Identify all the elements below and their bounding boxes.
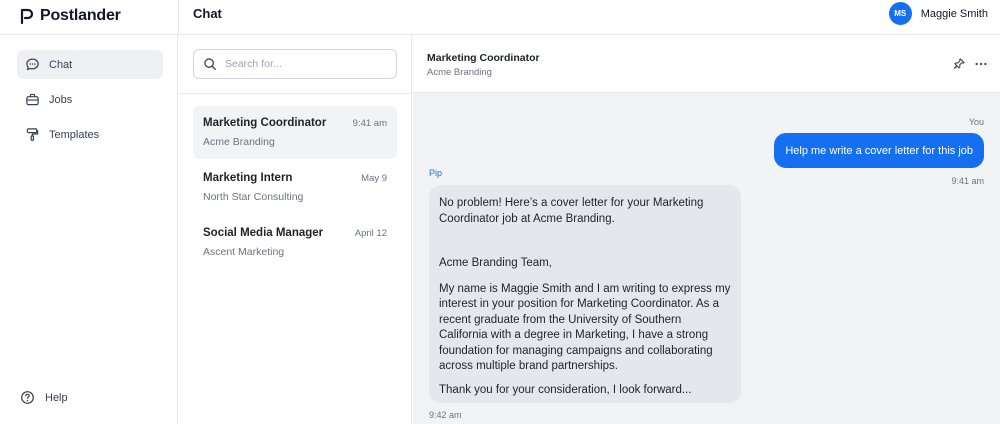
user-message-bubble[interactable]: Help me write a cover letter for this jo… [774, 133, 984, 168]
conversation-time: May 9 [361, 173, 387, 184]
help-label: Help [45, 391, 68, 404]
more-options-icon[interactable] [974, 57, 988, 71]
conversation-title: Marketing Coordinator [203, 117, 327, 129]
conversation-item[interactable]: Marketing Coordinator 9:41 am Acme Brand… [193, 106, 397, 159]
chat-title: Marketing Coordinator [427, 52, 540, 64]
help-link[interactable]: Help [20, 390, 68, 405]
user-menu[interactable]: MS Maggie Smith [888, 2, 988, 25]
briefcase-icon [26, 93, 39, 106]
message-time: 9:41 am [951, 176, 984, 186]
conversation-time: April 12 [354, 228, 387, 239]
chat-company: Acme Branding [427, 67, 492, 78]
user-name[interactable]: Maggie Smith [921, 8, 988, 20]
conversation-list: Marketing Coordinator 9:41 am Acme Brand… [179, 35, 412, 424]
sidebar-item-templates[interactable]: Templates [17, 120, 163, 149]
message-paragraph: Acme Branding Team, [439, 257, 552, 269]
sidebar: Chat Jobs Templates Help [0, 35, 178, 424]
message-paragraph: Thank you for your consideration, I look… [439, 383, 692, 396]
conversation-item[interactable]: Social Media Manager April 12 Ascent Mar… [193, 216, 397, 269]
avatar[interactable]: MS [888, 2, 912, 25]
page-title: Chat [193, 6, 222, 21]
sidebar-item-label: Templates [49, 128, 100, 141]
message-sender: You [968, 117, 984, 127]
bot-message-bubble[interactable]: No problem! Here’s a cover letter for yo… [429, 185, 741, 403]
search-icon [204, 58, 216, 70]
top-bar: Postlander Chat MS Maggie Smith [0, 0, 1000, 35]
message-time: 9:42 am [429, 410, 462, 420]
conversation-item[interactable]: Marketing Intern May 9 North Star Consul… [193, 161, 397, 214]
pin-icon[interactable] [952, 57, 966, 71]
message-paragraph: No problem! Here’s a cover letter for yo… [439, 197, 704, 225]
divider [179, 93, 412, 94]
conversation-company: Acme Branding [203, 136, 275, 148]
sidebar-item-label: Jobs [49, 93, 73, 106]
sidebar-item-chat[interactable]: Chat [17, 50, 163, 79]
message-paragraph: My name is Maggie Smith and I am writing… [439, 282, 731, 373]
conversation-company: North Star Consulting [203, 191, 304, 203]
conversation-time: 9:41 am [352, 118, 387, 129]
app-name: Postlander [40, 7, 121, 24]
conversation-title: Marketing Intern [203, 172, 293, 184]
search-box[interactable] [193, 49, 397, 79]
conversation-title: Social Media Manager [203, 227, 324, 239]
chat-bubble-icon [26, 58, 39, 71]
sidebar-item-label: Chat [49, 58, 73, 71]
divider [178, 0, 179, 35]
postlander-logo-icon [20, 8, 34, 24]
app-logo[interactable]: Postlander [20, 5, 121, 27]
help-circle-icon [21, 391, 34, 404]
chat-panel: Marketing Coordinator Acme Branding You … [413, 35, 1000, 424]
chat-header: Marketing Coordinator Acme Branding [413, 35, 1000, 93]
paint-roller-icon [26, 128, 39, 141]
message-sender: Pip [429, 168, 443, 178]
conversation-company: Ascent Marketing [203, 246, 285, 258]
search-input[interactable] [225, 58, 385, 70]
sidebar-item-jobs[interactable]: Jobs [17, 85, 163, 114]
